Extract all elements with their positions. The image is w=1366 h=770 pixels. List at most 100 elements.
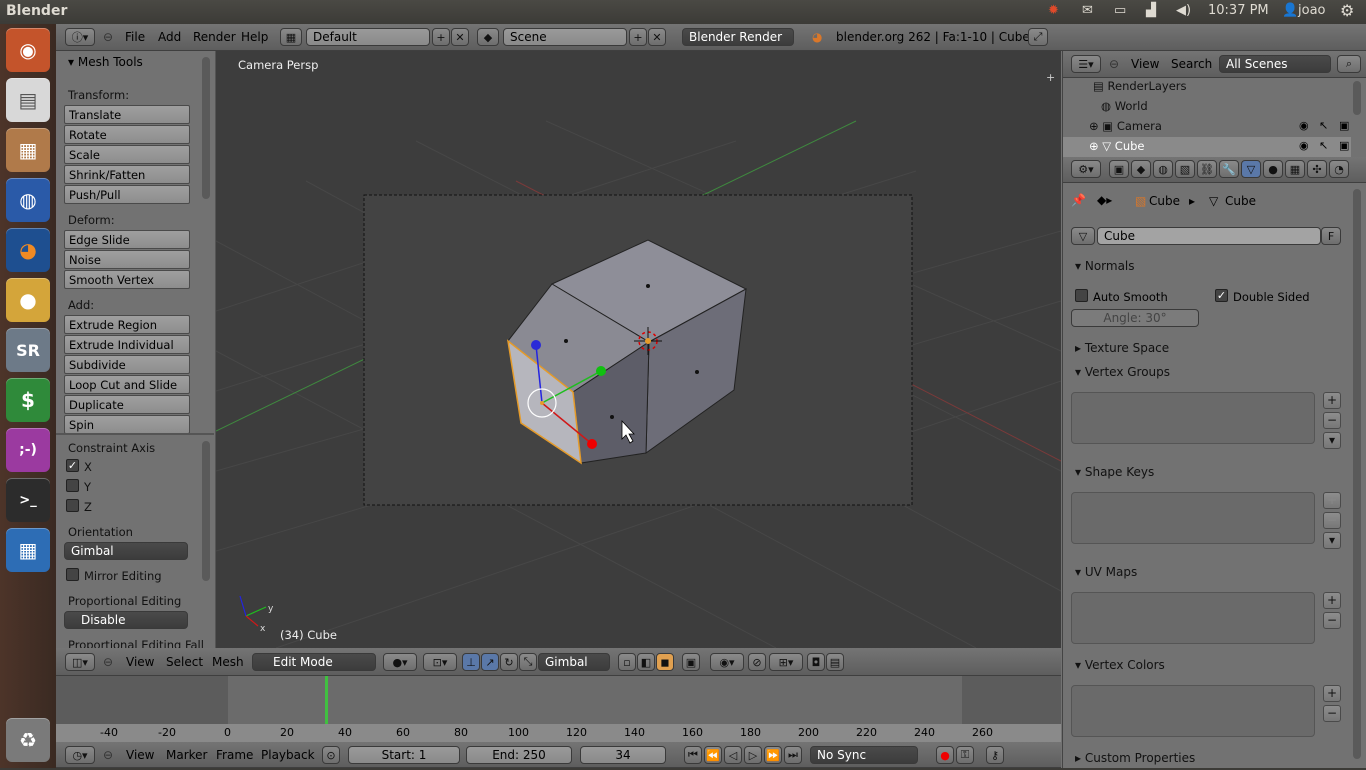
editor-type-info-icon[interactable]: ⓘ▾ <box>65 28 95 46</box>
manipulator-toggle-icon[interactable]: ⊥ <box>462 653 480 671</box>
render-anim-icon[interactable]: ▤ <box>826 653 844 671</box>
push-pull-button[interactable]: Push/Pull <box>64 185 190 204</box>
outliner-search-icon[interactable]: ⌕ <box>1337 55 1361 73</box>
selectability-cursor-icon[interactable]: ↖ <box>1319 139 1328 152</box>
collapse-timeline-menus-icon[interactable]: ⊖ <box>103 748 113 762</box>
snap-element-icon[interactable]: ⊞▾ <box>769 653 803 671</box>
delete-layout-icon[interactable]: ✕ <box>451 28 469 46</box>
axis-z-checkbox[interactable] <box>66 499 79 512</box>
collapse-menus-icon[interactable]: ⊖ <box>103 30 113 44</box>
screen-layout-field[interactable]: Default <box>306 28 430 46</box>
3d-viewport[interactable]: y x Camera Persp (34) Cube + <box>216 51 1061 648</box>
outliner-item-cube[interactable]: ⊕ ▽ Cube <box>1089 139 1145 153</box>
sync-mode-select[interactable]: No Sync <box>810 746 918 764</box>
constraints-tab-icon[interactable]: ⛓ <box>1197 160 1217 178</box>
menu-add[interactable]: Add <box>158 30 181 44</box>
timeline[interactable]: -40 -20 0 20 40 60 80 100 120 140 160 18… <box>56 676 1061 742</box>
proportional-editing-select[interactable]: Disable <box>64 611 188 629</box>
sr-app-icon[interactable]: SR <box>6 328 50 372</box>
scene-tab-icon[interactable]: ◆ <box>1131 160 1151 178</box>
cookie-app-icon[interactable]: ● <box>6 278 50 322</box>
archive-manager-icon[interactable]: ▦ <box>6 128 50 172</box>
smooth-vertex-button[interactable]: Smooth Vertex <box>64 270 190 289</box>
viewport-expand-icon[interactable]: + <box>1046 71 1055 84</box>
edge-slide-button[interactable]: Edge Slide <box>64 230 190 249</box>
menu-mesh[interactable]: Mesh <box>212 655 244 669</box>
menu-view[interactable]: View <box>126 655 154 669</box>
play-reverse-icon[interactable]: ◁ <box>724 746 742 764</box>
double-sided-checkbox[interactable]: ✓ <box>1215 289 1228 302</box>
chat-app-icon[interactable]: ;-) <box>6 428 50 472</box>
scene-field[interactable]: Scene <box>503 28 627 46</box>
axis-y-checkbox[interactable] <box>66 479 79 492</box>
vertex-colors-list[interactable] <box>1071 685 1315 737</box>
network-icon[interactable]: ▟ <box>1146 3 1156 18</box>
mesh-name-field[interactable]: Cube <box>1097 227 1321 245</box>
orientation-select[interactable]: Gimbal <box>64 542 188 560</box>
axis-x-checkbox[interactable]: ✓ <box>66 459 79 472</box>
custom-properties-panel-header[interactable]: ▸ Custom Properties <box>1069 748 1349 770</box>
snap-toggle-icon[interactable]: ⊘ <box>748 653 766 671</box>
mesh-data-tab-icon[interactable]: ▽ <box>1241 160 1261 178</box>
scale-manipulator-icon[interactable]: ⤡ <box>519 653 537 671</box>
outliner-display-select[interactable]: All Scenes <box>1219 55 1331 73</box>
rotate-button[interactable]: Rotate <box>64 125 190 144</box>
start-frame-field[interactable]: Start: 1 <box>348 746 460 764</box>
current-frame-field[interactable]: 34 <box>580 746 666 764</box>
editor-type-3dview-icon[interactable]: ◫▾ <box>65 653 95 671</box>
breadcrumb-object[interactable]: Cube <box>1149 194 1180 208</box>
pivot-point-icon[interactable]: ⊡▾ <box>423 653 457 671</box>
menu-file[interactable]: File <box>125 30 145 44</box>
renderability-camera-icon[interactable]: ▣ <box>1339 119 1349 132</box>
duplicate-button[interactable]: Duplicate <box>64 395 190 414</box>
editor-type-timeline-icon[interactable]: ◷▾ <box>65 746 95 764</box>
add-vertex-group-icon[interactable]: + <box>1323 392 1341 409</box>
mesh-tools-header[interactable]: ▾ Mesh Tools <box>56 51 200 73</box>
auto-keyframe-icon[interactable]: ● <box>936 746 954 764</box>
normals-panel-header[interactable]: ▾ Normals <box>1069 256 1349 278</box>
fullscreen-icon[interactable]: ⤢ <box>1028 28 1048 46</box>
texture-space-panel-header[interactable]: ▸ Texture Space <box>1069 338 1349 360</box>
keying-set-icon[interactable]: ⚿ <box>956 746 974 764</box>
delete-scene-icon[interactable]: ✕ <box>648 28 666 46</box>
angle-field[interactable]: Angle: 30° <box>1071 309 1199 327</box>
mesh-datablock-icon[interactable]: ▽ <box>1071 227 1095 245</box>
scene-icon[interactable]: ◆ <box>477 28 499 46</box>
menu-timeline-view[interactable]: View <box>126 748 154 762</box>
add-shape-key-icon[interactable]: + <box>1323 492 1341 509</box>
money-app-icon[interactable]: $ <box>6 378 50 422</box>
translate-button[interactable]: Translate <box>64 105 190 124</box>
volume-icon[interactable]: ◀) <box>1176 3 1191 18</box>
extrude-region-button[interactable]: Extrude Region <box>64 315 190 334</box>
collapse-view-menus-icon[interactable]: ⊖ <box>103 655 113 669</box>
jump-start-icon[interactable]: ⏮ <box>684 746 702 764</box>
collapse-outliner-menus-icon[interactable]: ⊖ <box>1109 57 1119 71</box>
particles-tab-icon[interactable]: ✣ <box>1307 160 1327 178</box>
remove-shape-key-icon[interactable]: − <box>1323 512 1341 529</box>
outliner-menu-view[interactable]: View <box>1131 57 1159 71</box>
outliner-scrollbar[interactable] <box>1353 81 1361 115</box>
trash-icon[interactable]: ♻ <box>6 718 50 762</box>
extrude-individual-button[interactable]: Extrude Individual <box>64 335 190 354</box>
visibility-eye-icon[interactable]: ◉ <box>1299 139 1309 152</box>
physics-tab-icon[interactable]: ◔ <box>1329 160 1349 178</box>
render-camera-icon[interactable]: ◘ <box>807 653 825 671</box>
vertex-groups-panel-header[interactable]: ▾ Vertex Groups <box>1069 362 1349 384</box>
vertex-group-menu-icon[interactable]: ▾ <box>1323 432 1341 449</box>
world-tab-icon[interactable]: ◍ <box>1153 160 1173 178</box>
play-icon[interactable]: ▷ <box>744 746 762 764</box>
noise-button[interactable]: Noise <box>64 250 190 269</box>
translate-manipulator-icon[interactable]: ↗ <box>481 653 499 671</box>
proportional-edit-icon[interactable]: ◉▾ <box>710 653 744 671</box>
add-scene-icon[interactable]: + <box>629 28 647 46</box>
shape-keys-panel-header[interactable]: ▾ Shape Keys <box>1069 462 1349 484</box>
shrink-fatten-button[interactable]: Shrink/Fatten <box>64 165 190 184</box>
outliner-item-world[interactable]: ◍ World <box>1101 99 1148 113</box>
render-tab-icon[interactable]: ▣ <box>1109 160 1129 178</box>
face-select-icon[interactable]: ◼ <box>656 653 674 671</box>
menu-playback[interactable]: Playback <box>261 748 315 762</box>
vertex-colors-panel-header[interactable]: ▾ Vertex Colors <box>1069 655 1349 677</box>
menu-render[interactable]: Render <box>193 30 236 44</box>
update-icon[interactable]: ✹ <box>1048 3 1059 18</box>
end-frame-field[interactable]: End: 250 <box>466 746 572 764</box>
